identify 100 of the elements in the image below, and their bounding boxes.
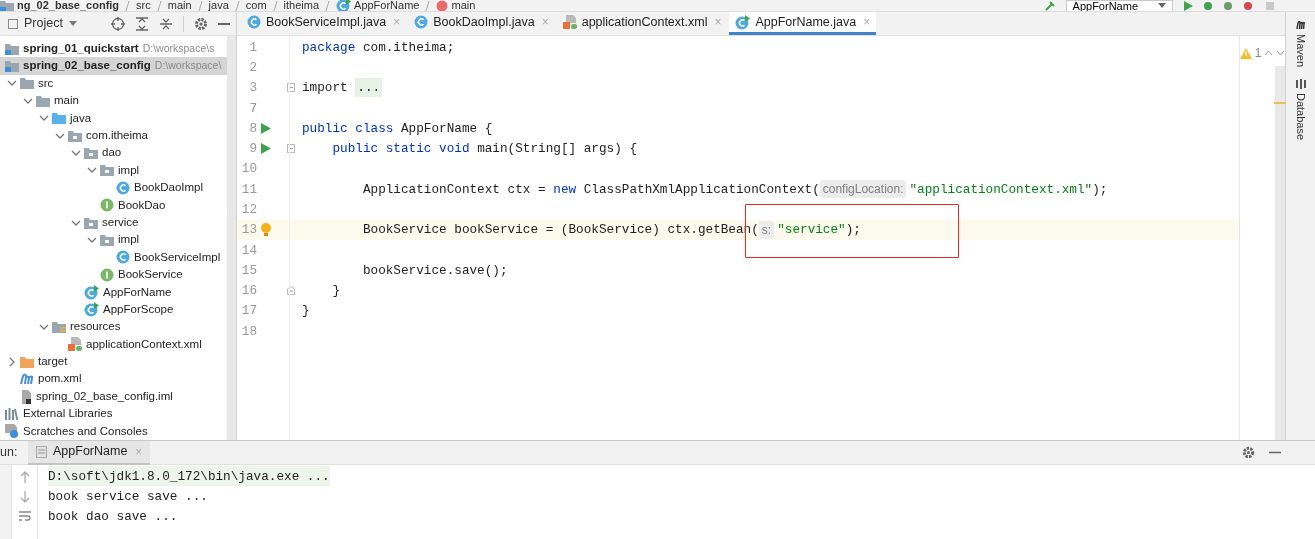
tree-item[interactable]: src [0,74,227,93]
breadcrumb-item[interactable]: main [436,0,476,11]
console-line: book dao save ... [48,508,179,527]
editor-tab[interactable]: BookServiceImpl.java × [241,12,407,35]
collapse-all-icon [159,16,173,31]
tree-item[interactable]: target [0,353,227,371]
tree-item[interactable]: impl [0,231,227,249]
run-label: un: [0,444,19,462]
tree-item[interactable]: AppForName [0,283,227,301]
maven-icon [1295,20,1306,30]
resources-folder-icon [52,320,66,333]
code-line: bookService.save(); [361,261,509,280]
tree-item[interactable]: dao [0,144,227,162]
runnable-class-icon [84,302,99,318]
run-configuration-dropdown[interactable]: AppForName [1065,0,1173,11]
profile-icon [1243,0,1255,11]
tree-item[interactable]: Scratches and Consoles [0,422,227,440]
expand-all-icon [135,16,149,31]
tool-window-button[interactable]: Maven [1292,20,1309,68]
next-icon [1276,50,1286,56]
line-number: 18 [240,322,257,341]
tree-item[interactable]: spring_01_quickstart D:\workspace\s [0,40,227,58]
hammer-icon [1043,0,1056,11]
breadcrumb-item[interactable]: src [136,0,151,11]
previous-icon [1264,50,1274,56]
coverage-icon [1223,0,1233,11]
line-number: 14 [240,241,257,260]
code-line: import ... [301,77,384,98]
module-folder-icon [5,60,19,73]
tree-item[interactable]: BookService [0,266,227,284]
tree-item[interactable]: BookServiceImpl [0,248,227,267]
scrollbar[interactable] [1275,66,1285,440]
breadcrumb-item[interactable]: AppForName [336,0,420,11]
tree-item[interactable]: pom.xml [0,370,227,388]
package-folder-icon [68,129,82,142]
tree-item[interactable]: impl [0,161,227,180]
tree-item[interactable]: spring_02_base_config.iml [0,387,227,406]
editor-tab[interactable]: applicationContext.xml × [556,12,728,35]
down-arrow-icon [19,491,30,503]
scratches-icon [5,424,19,439]
runnable-class-icon [84,284,99,300]
stop-icon [1265,0,1275,11]
module-file-icon [20,389,32,404]
separator-icon [197,0,203,11]
folder-icon [20,77,34,90]
breadcrumb-item[interactable]: main [167,0,192,11]
warning-icon [1239,47,1252,59]
code-line: } [301,302,311,321]
line-number: 11 [240,180,257,199]
breadcrumb-item[interactable]: java [208,0,229,11]
code-line: package com.itheima; [301,38,456,57]
class-icon [116,250,130,265]
caret-icon [1158,2,1166,9]
interface-icon [100,198,114,213]
tree-item[interactable]: AppForScope [0,300,227,319]
breadcrumb-item[interactable]: itheima [283,0,320,11]
editor-tab[interactable]: BookDaoImpl.java × [408,12,555,35]
folder-icon [36,94,50,107]
run-tab[interactable]: AppForName × [28,440,151,465]
line-number: 8 [248,119,257,138]
module-folder-icon [5,42,19,55]
tree-item[interactable]: BookDaoImpl [0,179,227,197]
caret-icon [68,20,77,27]
debug-icon [1203,0,1213,11]
line-number: 1 [248,38,257,57]
tree-item[interactable]: main [0,92,227,110]
package-folder-icon [84,216,98,229]
scrollbar[interactable] [227,36,236,440]
method-icon [436,0,449,11]
separator-icon [156,0,162,11]
console-line: book service save ... [48,487,209,506]
line-number: 7 [248,99,257,118]
database-icon [1295,79,1306,90]
run-icon [1183,0,1193,11]
code-line: } [331,282,342,301]
console-icon [36,445,47,458]
line-number: 13 [240,221,257,240]
line-number: 15 [240,261,257,280]
folder-icon [52,112,66,125]
runnable-class-icon [336,0,352,11]
breadcrumb-item[interactable]: com [245,0,267,11]
breadcrumb-item[interactable]: ng_02_base_config [0,0,120,11]
warning-stripe [1274,102,1286,104]
line-number: 9 [248,140,257,159]
tree-item[interactable]: spring_02_base_config D:\workspace\ [0,57,227,75]
separator-icon [234,0,240,11]
editor-tab[interactable]: AppForName.java × [729,12,877,35]
tree-item[interactable]: resources [0,318,227,336]
tree-item[interactable]: External Libraries [0,405,227,423]
xml-file-icon [68,337,82,352]
tree-item[interactable]: BookDao [0,196,227,214]
settings-icon [1242,446,1255,459]
line-number: 3 [248,79,257,98]
code-line: ApplicationContext ctx = new ClassPathXmlApplicationContext( configLocation: "applicationContext.xml"); [361,179,1109,200]
tree-item[interactable]: applicationContext.xml [0,335,227,354]
tree-item[interactable]: service [0,213,227,232]
tree-item[interactable]: com.itheima [0,126,227,145]
separator-icon [125,0,131,11]
tree-item[interactable]: java [0,109,227,127]
tool-window-button[interactable]: Database [1292,79,1309,141]
